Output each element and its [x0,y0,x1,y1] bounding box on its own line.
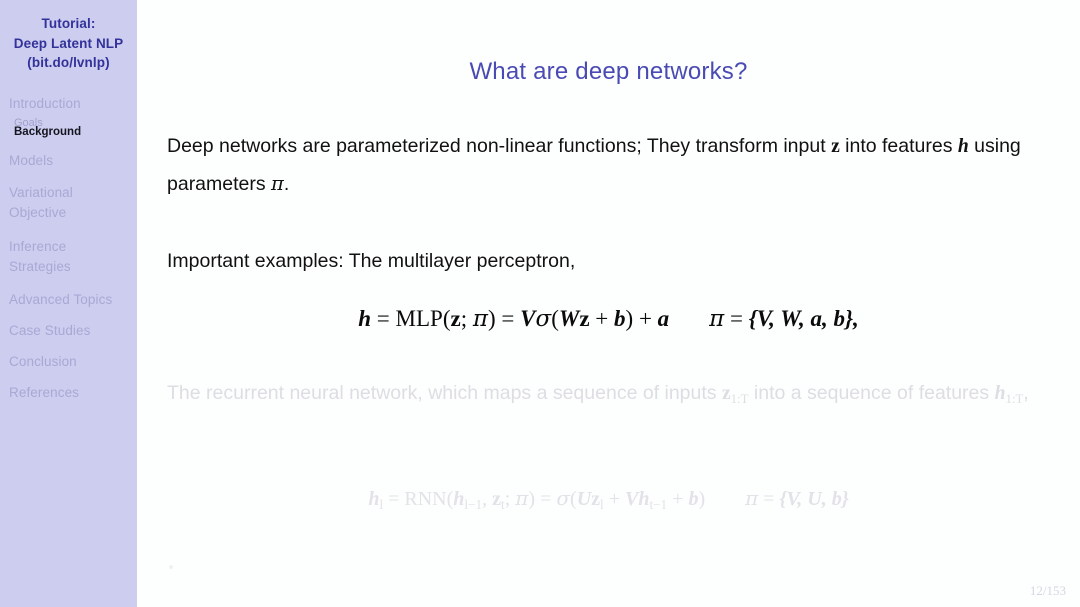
bullet-dot-icon [169,565,173,569]
eq-rnn-h1: h [368,488,380,510]
sidebar-item-label: Models [9,152,54,168]
para-3-text-b: into a sequence of features [748,382,995,404]
para-3-text-a: The recurrent neural network, which maps… [167,382,722,404]
sidebar-header-line-2: Deep Latent NLP [13,35,124,51]
para-3-text-c: , [1023,382,1029,404]
sidebar-header: Tutorial: Deep Latent NLP (bit.do/lvnlp) [0,0,137,73]
sidebar-item-label: Introduction [9,95,81,111]
eq-rnn-h2-sub: l−1 [464,497,483,513]
eq-rnn-z1: z [492,488,502,510]
eq-mlp-close: ) [487,306,496,331]
eq-rnn-h3-sub: t−1 [649,497,668,513]
sidebar-header-line-1: Tutorial: [41,16,96,31]
paragraph-definition: Deep networks are parameterized non-line… [167,128,1050,203]
eq-mlp-V: V [520,306,536,331]
eq-rnn-h3: h [638,488,650,510]
slide-content: What are deep networks? Deep networks ar… [137,0,1080,607]
eq-mlp-plus1: + [589,306,615,331]
eq-rnn-open2: ( [570,488,577,510]
eq-rnn-eq1: = [383,488,405,510]
eq-mlp-plus2: + [633,306,658,331]
eq-mlp-semi: ; [460,306,473,331]
sidebar-item-introduction[interactable]: Introduction [0,95,137,112]
eq-mlp-pi: π [472,306,488,332]
sidebar-item-label: Advanced Topics [9,291,113,307]
eq-rnn-close2: ) [698,488,706,510]
eq-rnn-h2: h [453,488,465,510]
sidebar-item-label: Variational [9,184,73,200]
eq-rnn-U: U [576,488,592,510]
eq-mlp-pi2: π [709,306,725,332]
eq-rnn-sigma: σ [556,486,571,510]
eq-rnn-z2-sub: l [600,497,604,513]
eq-mlp-set: {V, W, a, b}, [748,306,859,331]
eq-mlp-z2: z [579,306,590,331]
sidebar-item-conclusion[interactable]: Conclusion [0,353,137,370]
para-1-text-d: . [283,173,290,195]
eq-mlp-b: b [614,306,626,331]
eq-rnn-eq3: = [758,488,780,510]
eq-rnn-h1-sub: l [379,497,384,513]
eq-rnn-pi2: π [745,486,759,510]
eq-mlp-eq1: = [371,306,396,331]
eq-rnn-b: b [688,488,699,510]
para-3-symbol-h-sub: 1:T [1005,392,1024,407]
eq-rnn-comma: , [482,488,493,510]
sidebar-item-label: Inference [9,238,67,254]
sidebar-item-label: References [9,384,80,400]
sidebar-item-case-studies[interactable]: Case Studies [0,322,137,339]
eq-mlp-eq2: = [495,306,521,331]
page-title: What are deep networks? [469,58,748,85]
paragraph-examples: Important examples: The multilayer perce… [167,250,576,272]
sidebar-item-label: Conclusion [9,353,77,369]
eq-mlp-lhs: h [358,306,372,331]
eq-rnn-z2: z [591,488,601,510]
para-1-symbol-h: h [957,136,969,157]
sidebar-item-label-2: Strategies [9,258,71,274]
eq-mlp-eq3: = [724,306,749,331]
para-1-symbol-z: z [831,136,840,157]
eq-mlp-fn: MLP [395,306,443,331]
sidebar-navigation: Tutorial: Deep Latent NLP (bit.do/lvnlp)… [0,0,137,607]
sidebar-item-references[interactable]: References [0,384,137,401]
para-1-text-a: Deep networks are parameterized non-line… [167,135,832,157]
eq-mlp-open2: ( [551,306,559,331]
para-1-symbol-pi: π [271,172,284,195]
equation-mlp: h = MLP(z; π) = Vσ(Wz + b) + aπ = {V, W,… [137,306,1080,332]
eq-mlp-open: ( [442,306,451,331]
sidebar-item-label-2: Objective [9,204,67,220]
sidebar-item-background[interactable]: Background [0,124,137,140]
eq-rnn-plus1: + [603,488,625,510]
eq-mlp-z: z [450,306,461,331]
sidebar-item-variational-objective[interactable]: Variational Objective [0,183,137,223]
sidebar-item-models[interactable]: Models [0,152,137,169]
sidebar-item-label: Background [14,125,82,138]
para-1-text-b: into features [839,135,958,157]
sidebar-item-label: Case Studies [9,322,91,338]
equation-rnn: hl = RNN(hl−1, zt; π) = σ(Uzl + Vht−1 + … [137,486,1080,513]
page-number: 12/153 [1029,583,1066,598]
para-3-symbol-z: z [721,383,731,404]
para-3-symbol-h: h [994,383,1006,404]
eq-rnn-fn: RNN [404,488,447,510]
eq-mlp-a: a [657,306,670,331]
eq-rnn-pi: π [515,486,529,510]
sidebar-item-inference-strategies[interactable]: Inference Strategies [0,237,137,277]
eq-rnn-V: V [624,488,639,510]
eq-mlp-W: W [558,306,580,331]
eq-rnn-plus2: + [667,488,689,510]
sidebar-item-advanced-topics[interactable]: Advanced Topics [0,291,137,308]
para-3-symbol-z-sub: 1:T [730,392,749,407]
table-of-contents: Introduction Goals Background Models Var… [0,95,137,401]
presentation-slide: Tutorial: Deep Latent NLP (bit.do/lvnlp)… [0,0,1080,607]
eq-rnn-semi: ; [504,488,516,510]
eq-rnn-z1-sub: t [501,497,505,513]
sidebar-header-line-3: (bit.do/lvnlp) [27,55,110,70]
paragraph-rnn-dimmed: The recurrent neural network, which maps… [167,375,1050,414]
eq-rnn-eq2: = [535,488,557,510]
eq-rnn-set: {V, U, b} [779,488,849,510]
eq-mlp-sigma: σ [535,306,552,332]
